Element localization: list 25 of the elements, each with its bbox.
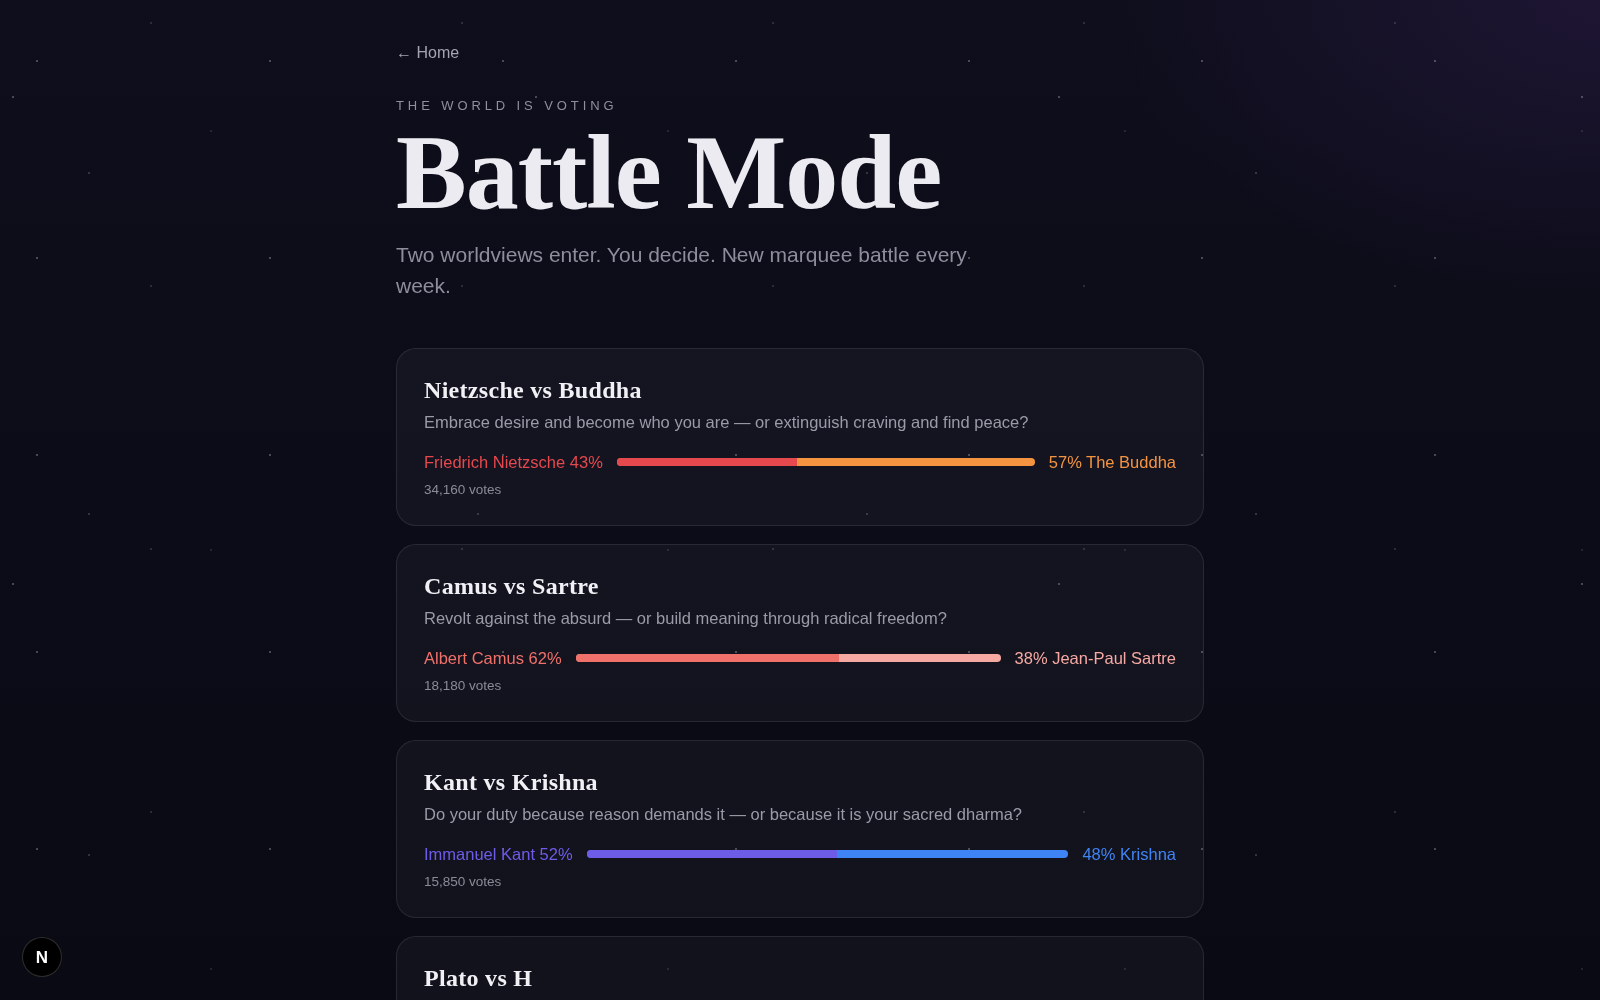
battle-title: Plato vs H [424,964,534,993]
page-subtitle: Two worldviews enter. You decide. New marquee battle every week. [396,242,968,299]
battle-question: Revolt against the absurd — or build meaning through radical freedom? [424,608,948,629]
left-result-label: Albert Camus 62% [424,648,562,669]
vote-count: 18,180 votes [424,677,503,695]
battle-title: Kant vs Krishna [424,768,599,797]
battle-card[interactable]: Camus vs Sartre Revolt against the absurd — or build meaning through radical freedom? Albert Camus 62% 38% Jean-Paul Sartre 18,180 votes [396,544,1204,722]
left-result-label: Immanuel Kant 52% [424,844,573,865]
battle-title: Camus vs Sartre [424,572,600,601]
vote-count: 15,850 votes [424,873,503,891]
battle-card[interactable]: Kant vs Krishna Do your duty because reason demands it — or because it is your sacred dharma? Immanuel Kant 52% 48% Krishna 15,850 votes [396,740,1204,918]
battle-card[interactable]: Nietzsche vs Buddha Embrace desire and become who you are — or extinguish craving and find peace? Friedrich Nietzsche 43% 57% The Buddha 34,160 votes [396,348,1204,526]
logo-button[interactable]: N [22,937,62,977]
battle-card[interactable]: Plato vs H [396,936,1204,1000]
right-result-label: 48% Krishna [1082,844,1176,865]
back-link[interactable]: ← Home [396,41,460,65]
right-result-label: 38% Jean-Paul Sartre [1014,648,1176,669]
eyebrow-label: THE WORLD IS VOTING [396,98,619,114]
battle-title: Nietzsche vs Buddha [424,376,643,405]
battle-question: Do your duty because reason demands it — or because it is your sacred dharma? [424,804,1023,825]
left-result-label: Friedrich Nietzsche 43% [424,452,603,473]
right-result-label: 57% The Buddha [1048,452,1176,473]
vote-count: 34,160 votes [424,481,503,499]
battle-question: Embrace desire and become who you are — or extinguish craving and find peace? [424,412,1030,433]
page-title: Battle Mode [396,120,943,226]
